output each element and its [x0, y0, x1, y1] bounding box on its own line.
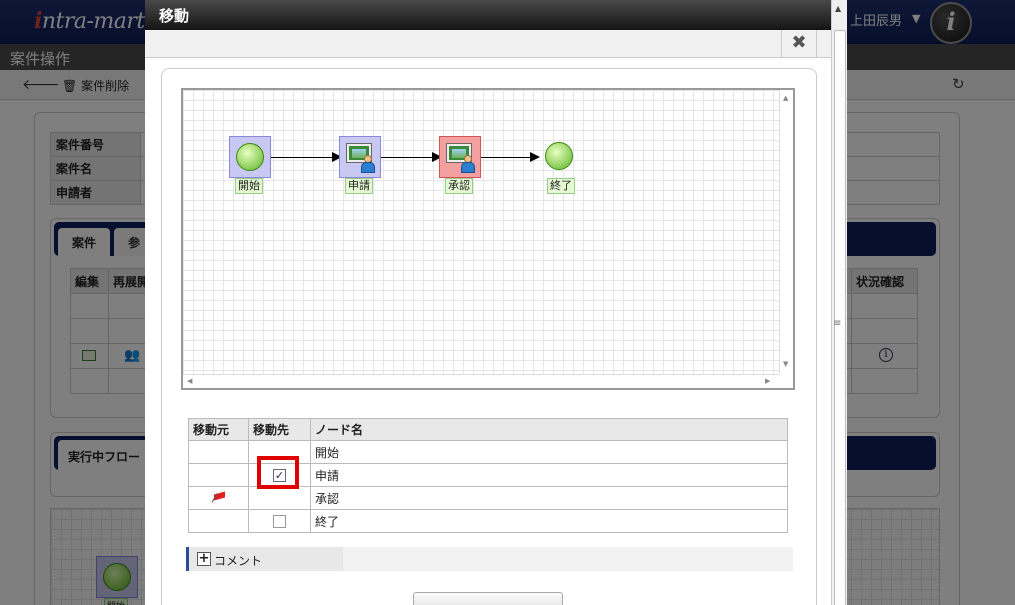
scroll-corner — [779, 374, 793, 388]
diagram-node-label: 承認 — [445, 178, 473, 194]
source-cell — [188, 463, 249, 487]
dialog-title: 移動 — [159, 7, 190, 25]
source-cell — [188, 440, 249, 464]
start-event-icon — [236, 143, 264, 171]
table-row: 終了 — [188, 509, 788, 533]
comment-label: コメント — [214, 554, 263, 568]
close-icon: ✖ — [791, 32, 807, 53]
column-header-node-name: ノード名 — [310, 418, 788, 441]
target-cell — [248, 486, 311, 510]
close-button[interactable]: ✖ — [781, 30, 817, 58]
target-cell — [248, 509, 311, 533]
end-event-icon[interactable] — [545, 142, 573, 170]
node-name-cell: 申請 — [310, 463, 788, 487]
scroll-up-icon[interactable]: ▲ — [783, 94, 788, 102]
diagram-node-label: 開始 — [235, 178, 263, 194]
scroll-left-icon[interactable]: ◀ — [187, 377, 192, 385]
comment-toggle[interactable]: + コメント — [189, 547, 343, 571]
arrowhead-icon — [530, 152, 540, 162]
scroll-down-icon[interactable]: ▼ — [783, 360, 788, 368]
dialog-action-button[interactable] — [413, 592, 563, 605]
table-row: 承認 — [188, 486, 788, 510]
scroll-right-icon[interactable]: ▶ — [765, 377, 770, 385]
move-target-checkbox-end[interactable] — [273, 515, 286, 528]
current-node-flag-icon — [212, 492, 226, 502]
annotation-highlight-box — [257, 456, 299, 489]
column-header-target: 移動先 — [248, 418, 311, 441]
diagram-edge — [481, 157, 533, 158]
diagram-node-approve[interactable] — [439, 136, 481, 178]
diagram-edge — [271, 157, 335, 158]
comment-section: + コメント — [186, 547, 793, 571]
node-name-cell: 開始 — [310, 440, 788, 464]
dialog-toolbar: ✖ — [145, 30, 831, 58]
diagram-node-label: 申請 — [345, 178, 373, 194]
expand-plus-icon[interactable]: + — [197, 552, 211, 566]
diagram-horizontal-scrollbar[interactable]: ◀ ▶ — [183, 374, 781, 388]
node-name-cell: 終了 — [310, 509, 788, 533]
dialog-scrollbar[interactable]: ▲ — [831, 0, 847, 605]
diagram-vertical-scrollbar[interactable]: ▲ ▼ — [779, 90, 793, 376]
dialog-header[interactable]: 移動 — [145, 0, 831, 30]
process-diagram[interactable]: 開始 申請 承認 終了 ▲ ▼ ◀ ▶ — [181, 88, 795, 390]
table-header-row: 移動元 移動先 ノード名 — [188, 418, 788, 441]
column-header-source: 移動元 — [188, 418, 249, 441]
user-icon — [361, 155, 375, 173]
diagram-node-label: 終了 — [547, 178, 575, 194]
scroll-up-icon[interactable]: ▲ — [835, 4, 841, 13]
source-cell — [188, 486, 249, 510]
node-name-cell: 承認 — [310, 486, 788, 510]
user-icon — [461, 155, 475, 173]
source-cell — [188, 509, 249, 533]
diagram-node-apply[interactable] — [339, 136, 381, 178]
diagram-node-start[interactable] — [229, 136, 271, 178]
scroll-grip-icon: ≡ — [833, 318, 842, 329]
diagram-edge — [381, 157, 435, 158]
